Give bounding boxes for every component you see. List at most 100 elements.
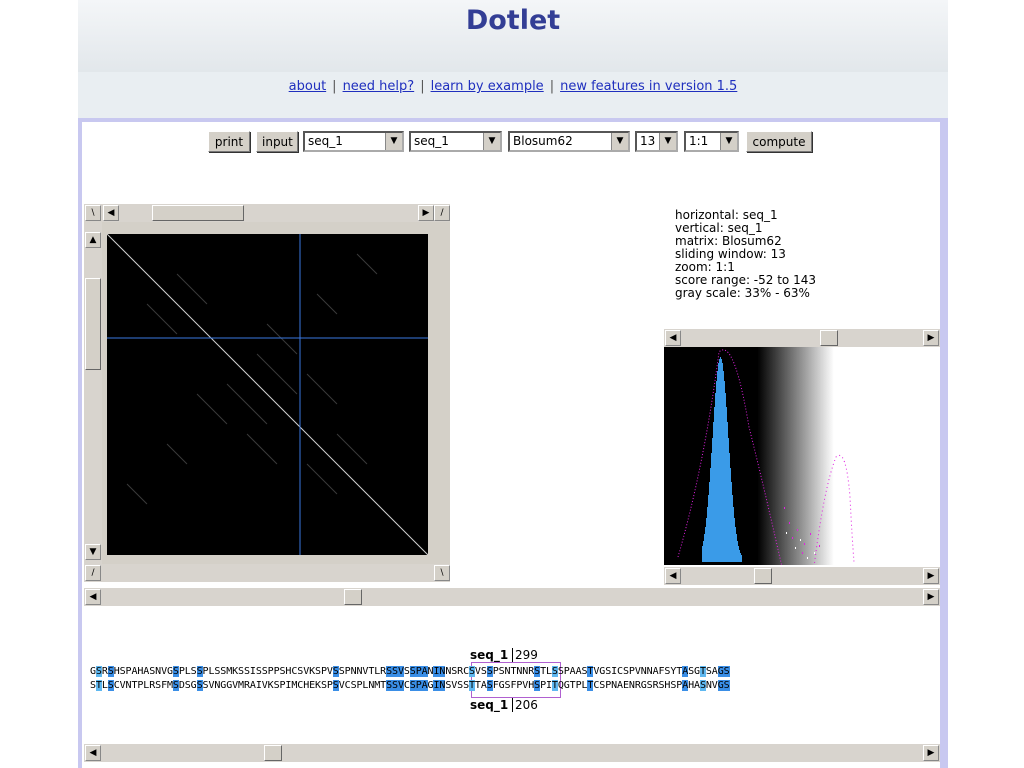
scroll-right-arrow-icon[interactable]: ▶	[923, 330, 939, 346]
scroll-left-arrow-icon[interactable]: ◀	[85, 745, 101, 761]
slider-thumb[interactable]	[820, 330, 838, 346]
bottom-sequence: STLSCVNTPLRSFMSDSGSSVNGGVMRAIVKSPIMCHEKS…	[90, 680, 730, 691]
dotplot-horizontal-scrollbar[interactable]: \ ◀ ▶ /	[84, 204, 450, 222]
residue: P	[415, 666, 422, 677]
histogram-bar	[702, 546, 703, 562]
gray-scale-top-slider[interactable]: ◀ ▶	[664, 329, 940, 347]
horizontal-sequence-value: seq_1	[308, 134, 343, 148]
main-horizontal-scrollbar[interactable]: ◀ ▶	[84, 588, 940, 606]
scroll-left-arrow-icon[interactable]: ◀	[103, 205, 119, 221]
compute-button[interactable]: compute	[746, 131, 812, 152]
residue: S	[723, 680, 730, 691]
scroll-right-arrow-icon[interactable]: ▶	[923, 589, 939, 605]
histogram-bar	[734, 518, 735, 562]
page-title: Dotlet	[465, 5, 561, 36]
histogram-bar	[711, 453, 712, 562]
slider-thumb[interactable]	[754, 568, 772, 584]
scroll-left-arrow-icon[interactable]: ◀	[665, 330, 681, 346]
histogram-bar	[717, 371, 718, 562]
histogram-bar	[709, 482, 710, 562]
applet-canvas: print input seq_1 ▼ seq_1 ▼ Blosum62 ▼ 13 ▼ …	[82, 122, 940, 768]
residue: S	[480, 666, 487, 677]
histogram-bar	[731, 482, 732, 562]
residue: S	[403, 666, 410, 677]
gray-scale-bottom-slider[interactable]: ◀ ▶	[664, 567, 940, 585]
scroll-up-arrow-icon[interactable]: ▲	[85, 232, 101, 248]
matrix-value: Blosum62	[513, 134, 573, 148]
histogram-bar	[730, 468, 731, 562]
histogram-bar	[724, 381, 725, 562]
chevron-down-icon: ▼	[611, 133, 628, 150]
histogram-bar	[722, 363, 723, 562]
residue: L	[101, 680, 108, 691]
top-sequence: GSRSHSPAHASNVGSPLSSPLSSMKSSISSPPSHCSVKSP…	[90, 666, 730, 677]
top-sequence-position: 299	[512, 648, 538, 662]
histogram-bar	[710, 468, 711, 562]
histogram-bar	[705, 527, 706, 562]
scroll-thumb[interactable]	[264, 745, 282, 761]
scroll-thumb[interactable]	[152, 205, 244, 221]
residue: A	[711, 666, 718, 677]
window-select[interactable]: 13 ▼	[635, 131, 678, 152]
nav-separator: |	[420, 79, 425, 94]
histogram-bar	[725, 393, 726, 562]
about-link[interactable]: about	[289, 79, 327, 94]
histogram-bar	[729, 453, 730, 562]
residue: C	[403, 680, 410, 691]
residue: R	[101, 666, 108, 677]
scroll-left-arrow-icon[interactable]: ◀	[85, 589, 101, 605]
chevron-down-icon: ▼	[720, 133, 737, 150]
scroll-down-arrow-icon[interactable]: ▼	[85, 544, 101, 560]
scroll-right-arrow-icon[interactable]: ▶	[418, 205, 434, 221]
horizontal-sequence-select[interactable]: seq_1 ▼	[303, 131, 404, 152]
dotplot-vertical-scrollbar[interactable]: ▲ ▼	[84, 222, 102, 564]
matrix-select[interactable]: Blosum62 ▼	[508, 131, 630, 152]
residue: G	[717, 680, 724, 691]
scroll-left-arrow-icon[interactable]: ◀	[665, 568, 681, 584]
scroll-thumb[interactable]	[85, 278, 101, 370]
top-sequence-label: seq_1	[470, 648, 509, 662]
scroll-right-arrow-icon[interactable]: ▶	[923, 568, 939, 584]
zoom-select[interactable]: 1:1 ▼	[684, 131, 739, 152]
learn-by-example-link[interactable]: learn by example	[431, 79, 544, 94]
histogram-bar	[708, 495, 709, 562]
histogram-bar	[741, 555, 742, 562]
vertical-sequence-value: seq_1	[414, 134, 449, 148]
vertical-sequence-select[interactable]: seq_1 ▼	[409, 131, 502, 152]
histogram-bar	[723, 371, 724, 562]
histogram-bar	[712, 438, 713, 562]
info-panel: horizontal: seq_1 vertical: seq_1 matrix…	[675, 209, 816, 300]
corner-toggle-top-left[interactable]: \	[85, 205, 101, 221]
histogram-bar	[718, 363, 719, 562]
chevron-down-icon: ▼	[483, 133, 500, 150]
histogram-bar	[738, 546, 739, 562]
nav-separator: |	[332, 79, 337, 94]
need-help-link[interactable]: need help?	[343, 79, 415, 94]
histogram-bar	[732, 495, 733, 562]
histogram-bar	[714, 407, 715, 562]
histogram-bar	[737, 541, 738, 562]
residue: P	[326, 680, 333, 691]
scroll-thumb[interactable]	[344, 589, 362, 605]
histogram-bar	[706, 518, 707, 562]
histogram-bar	[713, 422, 714, 562]
residue: S	[190, 666, 197, 677]
nav-separator: |	[549, 79, 555, 94]
new-features-link[interactable]: new features in version 1.5	[560, 79, 737, 94]
histogram-bar	[719, 359, 720, 562]
header-bar: Dotlet	[78, 0, 948, 72]
corner-toggle-bottom-right[interactable]: \	[434, 565, 450, 581]
dot-plot[interactable]	[107, 234, 428, 555]
corner-toggle-bottom-left[interactable]: /	[85, 565, 101, 581]
alignment-horizontal-scrollbar[interactable]: ◀ ▶	[84, 744, 940, 762]
print-button[interactable]: print	[208, 131, 250, 152]
input-button[interactable]: input	[256, 131, 298, 152]
residue: V	[711, 680, 718, 691]
residue: S	[409, 666, 416, 677]
residue: A	[480, 680, 487, 691]
scroll-right-arrow-icon[interactable]: ▶	[923, 745, 939, 761]
corner-toggle-top-right[interactable]: /	[434, 205, 450, 221]
dotplot-bottom-bar: / \	[84, 564, 450, 582]
histogram-bar	[727, 422, 728, 562]
histogram-bar	[733, 507, 734, 562]
